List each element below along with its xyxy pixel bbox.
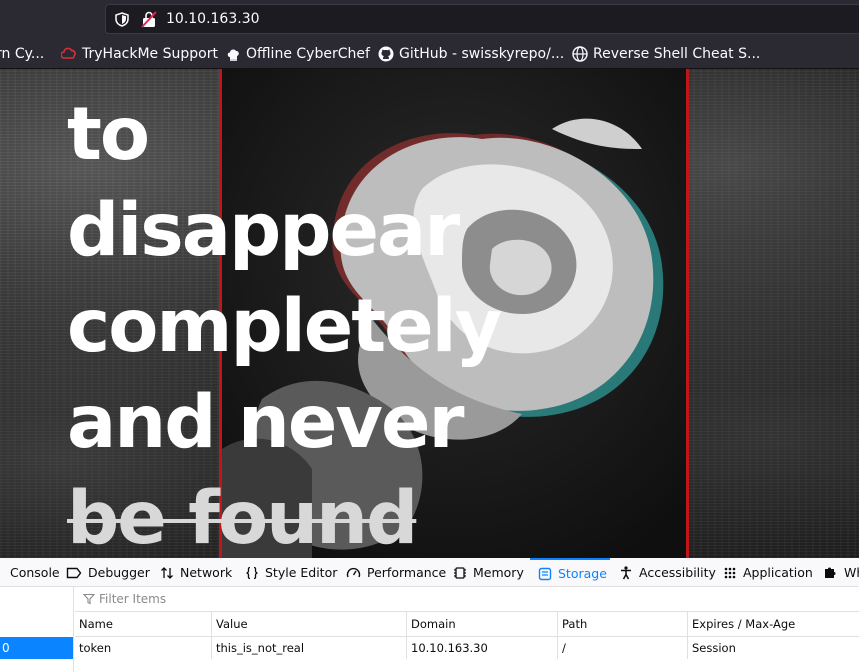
cell-expires[interactable]: Session — [687, 637, 859, 659]
filter-placeholder: Filter Items — [99, 592, 167, 606]
debugger-icon — [66, 567, 82, 578]
cell-path[interactable]: / — [557, 637, 687, 659]
tab-label: Wh — [844, 565, 859, 580]
bookmark-label: rn Cy... — [0, 46, 45, 62]
accessibility-icon — [621, 565, 631, 579]
bookmark-reverse-shell[interactable]: Reverse Shell Cheat S... — [572, 44, 760, 64]
tab-style-editor[interactable]: Style Editor — [245, 558, 337, 587]
url-text[interactable]: 10.10.163.30 — [166, 11, 260, 27]
bookmark-tryhackme-support[interactable]: TryHackMe Support — [61, 44, 218, 64]
tab-label: Performance — [367, 565, 447, 580]
headline-line: disappear — [67, 188, 460, 273]
column-header-path[interactable]: Path — [557, 612, 687, 636]
bookmark-github[interactable]: GitHub - swisskyrepo/... — [378, 44, 564, 64]
braces-icon — [246, 566, 258, 579]
navigation-toolbar: 10.10.163.30 — [0, 0, 859, 38]
globe-icon — [572, 46, 588, 62]
bookmark-label: TryHackMe Support — [82, 46, 218, 62]
grid-icon — [724, 567, 736, 578]
tryhackme-icon — [61, 47, 76, 59]
column-header-domain[interactable]: Domain — [406, 612, 557, 636]
tab-label: Style Editor — [265, 565, 338, 580]
sidebar-selected-item[interactable]: 0 — [0, 637, 73, 659]
console-icon — [0, 566, 4, 580]
chef-hat-icon — [227, 48, 239, 61]
headline-line-struck: be found — [67, 476, 418, 558]
tab-label: Storage — [558, 566, 607, 581]
headline-line: completely — [67, 284, 502, 369]
github-icon — [378, 46, 394, 62]
tab-whats-new[interactable]: Wh — [823, 558, 859, 587]
cell-value[interactable]: this_is_not_real — [211, 637, 406, 659]
devtools-panel: Console Debugger Network Style Editor Pe… — [0, 558, 859, 672]
table-row[interactable]: token this_is_not_real 10.10.163.30 / Se… — [75, 637, 859, 659]
devtools-tab-bar: Console Debugger Network Style Editor Pe… — [0, 558, 859, 587]
tab-performance[interactable]: Performance — [346, 558, 446, 587]
filter-items-input[interactable]: Filter Items — [75, 587, 859, 612]
tab-storage[interactable]: Storage — [530, 558, 610, 587]
url-bar[interactable]: 10.10.163.30 — [105, 4, 859, 34]
cell-name[interactable]: token — [75, 637, 211, 659]
tab-label: Network — [180, 565, 233, 580]
bookmarks-toolbar: rn Cy... TryHackMe Support Offline Cyber… — [0, 38, 859, 69]
bookmark-label: Reverse Shell Cheat S... — [593, 46, 761, 62]
column-header-name[interactable]: Name — [75, 612, 211, 636]
storage-sidebar: 0 — [0, 587, 74, 672]
bookmark-offline-cyberchef[interactable]: Offline CyberChef — [226, 44, 370, 64]
tab-console[interactable]: Console — [0, 558, 60, 587]
shield-icon[interactable] — [115, 12, 129, 27]
tab-label: Debugger — [88, 565, 150, 580]
storage-icon — [538, 567, 552, 580]
table-header: Name Value Domain Path Expires / Max-Age — [75, 612, 859, 637]
bookmark-label: GitHub - swisskyrepo/... — [399, 46, 565, 62]
column-header-expires[interactable]: Expires / Max-Age — [687, 612, 859, 636]
cell-domain[interactable]: 10.10.163.30 — [406, 637, 557, 659]
tab-debugger[interactable]: Debugger — [66, 558, 150, 587]
bookmark-item[interactable]: rn Cy... — [0, 44, 44, 64]
tab-label: Accessibility — [639, 565, 716, 580]
headline-line: to — [67, 92, 150, 177]
tab-application[interactable]: Application — [723, 558, 813, 587]
headline: to disappear completely and never be fou… — [67, 87, 502, 558]
tab-memory[interactable]: Memory — [453, 558, 524, 587]
tab-network[interactable]: Network — [160, 558, 232, 587]
page-viewport: to disappear completely and never be fou… — [0, 69, 859, 558]
network-icon — [161, 566, 173, 579]
bookmark-label: Offline CyberChef — [246, 46, 370, 62]
headline-line: and never — [67, 380, 464, 465]
puzzle-icon — [825, 567, 836, 578]
tab-accessibility[interactable]: Accessibility — [619, 558, 716, 587]
column-header-value[interactable]: Value — [211, 612, 406, 636]
insecure-lock-icon[interactable] — [141, 11, 157, 28]
tab-label: Console — [10, 565, 60, 580]
filter-icon — [83, 593, 95, 605]
gauge-icon — [346, 567, 361, 577]
tab-label: Application — [743, 565, 813, 580]
memory-chip-icon — [454, 566, 466, 579]
tab-label: Memory — [473, 565, 524, 580]
